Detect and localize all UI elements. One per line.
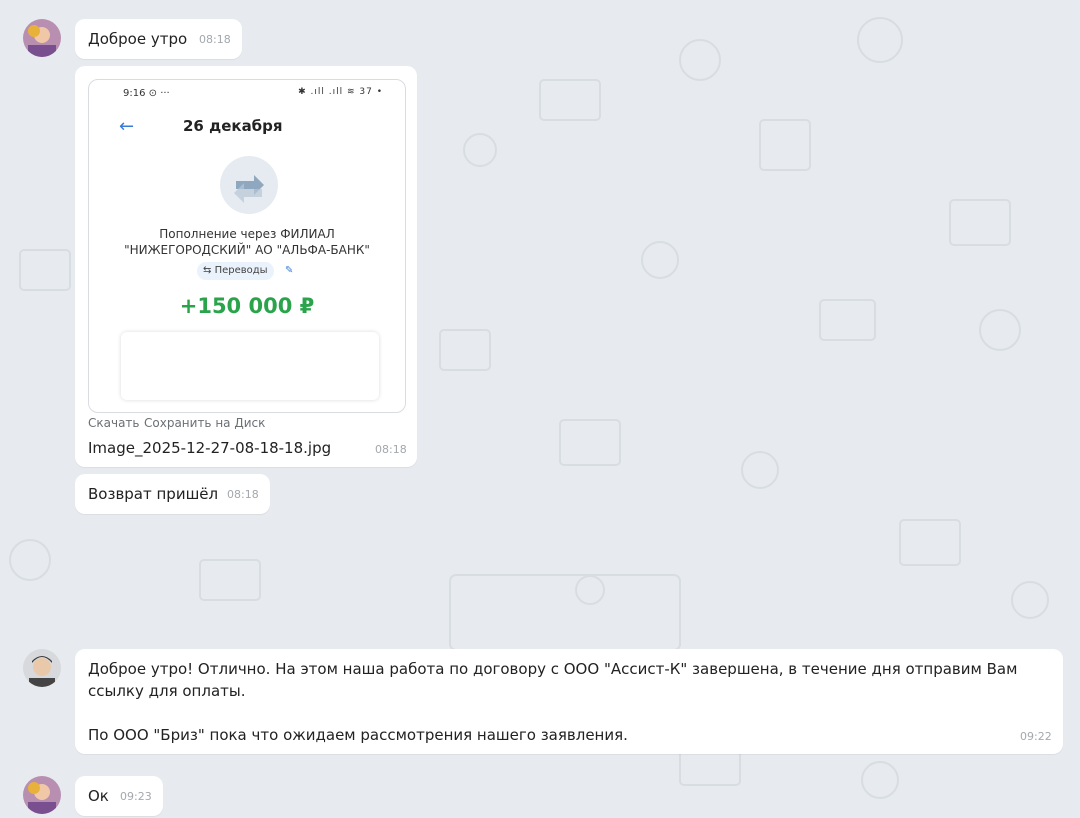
- message-time: 08:18: [375, 443, 407, 456]
- status-bar-icons: ✱ .ıll .ıll ≋ 37 •: [298, 87, 383, 97]
- message-text: Ок: [88, 787, 109, 805]
- transaction-description-1: Пополнение через ФИЛИАЛ: [159, 227, 335, 241]
- message-time: 08:18: [199, 33, 231, 46]
- screenshot-title: 26 декабря: [183, 117, 283, 135]
- message-text-line-2: ссылку для оплаты.: [88, 682, 246, 700]
- message-bubble[interactable]: Возврат пришёл 08:18: [75, 474, 270, 514]
- message-text: Доброе утро: [88, 30, 188, 48]
- image-message-bubble[interactable]: 9:16 ⊙ ··· ✱ .ıll .ıll ≋ 37 • ← 26 декаб…: [75, 66, 417, 467]
- transaction-description-2: "НИЖЕГОРОДСКИЙ" АО "АЛЬФА-БАНК": [124, 243, 370, 257]
- file-name[interactable]: Image_2025-12-27-08-18-18.jpg: [88, 439, 331, 457]
- message-bubble[interactable]: Доброе утро! Отлично. На этом наша работ…: [75, 649, 1063, 754]
- transaction-amount: +150 000 ₽: [179, 294, 315, 318]
- avatar[interactable]: [23, 649, 61, 687]
- message-text: Возврат пришёл: [88, 485, 219, 503]
- message-text-line-1: Доброе утро! Отлично. На этом наша работ…: [88, 660, 1018, 678]
- attached-screenshot[interactable]: 9:16 ⊙ ··· ✱ .ıll .ıll ≋ 37 • ← 26 декаб…: [88, 79, 406, 413]
- message-time: 09:22: [1020, 730, 1052, 743]
- message-bubble[interactable]: Ок 09:23: [75, 776, 163, 816]
- pencil-icon: ✎: [285, 265, 294, 276]
- message-time: 08:18: [227, 488, 259, 501]
- category-tag: ⇆ Переводы: [197, 262, 274, 280]
- save-to-disk-link[interactable]: Сохранить на Диск: [144, 416, 265, 430]
- message-text-line-3: По ООО "Бриз" пока что ожидаем рассмотре…: [88, 726, 628, 744]
- status-bar-time: 9:16 ⊙ ···: [123, 88, 170, 99]
- message-bubble[interactable]: Доброе утро 08:18: [75, 19, 242, 59]
- category-tag-label: Переводы: [214, 265, 268, 276]
- back-arrow-icon: ←: [119, 116, 135, 137]
- message-time: 09:23: [120, 790, 152, 803]
- transfer-icon: [220, 156, 278, 214]
- details-card: [121, 332, 379, 400]
- avatar[interactable]: [23, 776, 61, 814]
- avatar[interactable]: [23, 19, 61, 57]
- download-link[interactable]: Скачать: [88, 416, 140, 430]
